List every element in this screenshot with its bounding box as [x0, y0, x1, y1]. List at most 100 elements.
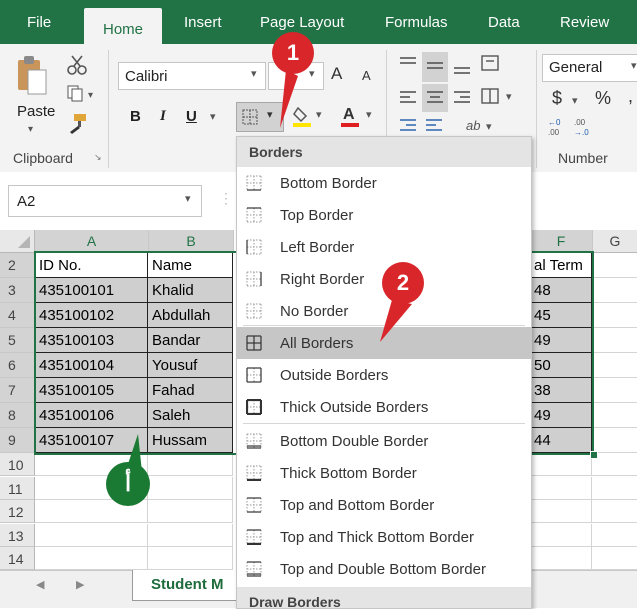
menu-item-top-and-double-bottom-border[interactable]: Top and Double Bottom Border	[237, 553, 531, 585]
cell-final-term[interactable]: 49	[530, 328, 592, 353]
cell-final-term[interactable]: 48	[530, 278, 592, 303]
menu-item-thick-outside-borders[interactable]: Thick Outside Borders	[237, 391, 531, 423]
row-header[interactable]: 3	[0, 278, 35, 303]
cell-final-term[interactable]: 50	[530, 353, 592, 378]
cell-empty[interactable]	[592, 378, 637, 403]
cell-name[interactable]: Yousuf	[148, 353, 233, 378]
select-all-corner[interactable]	[0, 230, 35, 253]
tab-insert[interactable]: Insert	[184, 14, 222, 31]
menu-item-left-border[interactable]: Left Border	[237, 231, 531, 263]
cell-empty[interactable]	[530, 547, 592, 570]
cell-id[interactable]: ID No.	[35, 253, 148, 278]
column-header-a[interactable]: A	[35, 230, 149, 253]
horizontal-align-buttons[interactable]: ▾	[396, 84, 524, 112]
indent-orientation-buttons[interactable]: ab ▾	[396, 114, 524, 138]
clipboard-launcher-icon[interactable]: ↘	[94, 152, 102, 163]
cell-empty[interactable]	[35, 523, 148, 547]
cell-name[interactable]: Abdullah	[148, 303, 233, 328]
cell-final-term[interactable]: 45	[530, 303, 592, 328]
number-format-dropdown-icon[interactable]: ▾	[631, 59, 637, 72]
grow-font-button[interactable]: A	[331, 64, 342, 84]
cell-id[interactable]: 435100101	[35, 278, 148, 303]
cell-final-term[interactable]: al Term	[530, 253, 592, 278]
column-header-g[interactable]: G	[593, 230, 637, 253]
menu-item-top-and-thick-bottom-border[interactable]: Top and Thick Bottom Border	[237, 521, 531, 553]
menu-item-top-border[interactable]: Top Border	[237, 199, 531, 231]
menu-item-outside-borders[interactable]: Outside Borders	[237, 359, 531, 391]
cell-id[interactable]: 435100105	[35, 378, 148, 403]
cell-empty[interactable]	[530, 476, 592, 500]
tab-page-layout[interactable]: Page Layout	[260, 14, 344, 31]
cell-name[interactable]: Khalid	[148, 278, 233, 303]
font-color-button[interactable]: A ▾	[340, 104, 382, 128]
row-header[interactable]: 2	[0, 253, 35, 278]
column-header-b[interactable]: B	[149, 230, 234, 253]
cell-empty[interactable]	[592, 303, 637, 328]
cell-name[interactable]: Fahad	[148, 378, 233, 403]
cell-empty[interactable]	[148, 547, 233, 570]
column-header-f[interactable]: F	[530, 230, 593, 253]
row-header[interactable]: 11	[0, 476, 35, 500]
italic-button[interactable]: I	[160, 108, 166, 125]
underline-dropdown-icon[interactable]: ▾	[210, 110, 216, 123]
cell-id[interactable]: 435100104	[35, 353, 148, 378]
cell-final-term[interactable]: 44	[530, 428, 592, 453]
cell-final-term[interactable]: 38	[530, 378, 592, 403]
tab-home[interactable]: Home	[84, 8, 162, 44]
cell-id[interactable]: 435100106	[35, 403, 148, 428]
cell-empty[interactable]	[592, 328, 637, 353]
bold-button[interactable]: B	[130, 108, 141, 125]
cell-empty[interactable]	[530, 523, 592, 547]
cell-empty[interactable]	[592, 500, 637, 523]
cell-name[interactable]: Name	[148, 253, 233, 278]
menu-item-thick-bottom-border[interactable]: Thick Bottom Border	[237, 457, 531, 489]
currency-dropdown-icon[interactable]: ▾	[572, 94, 578, 107]
name-box-dropdown-icon[interactable]: ▾	[185, 192, 191, 205]
fill-handle[interactable]	[590, 451, 598, 459]
cell-id[interactable]: 435100102	[35, 303, 148, 328]
paste-button[interactable]	[14, 54, 50, 100]
row-header[interactable]: 10	[0, 453, 35, 476]
tab-formulas[interactable]: Formulas	[385, 14, 448, 31]
cell-empty[interactable]	[592, 477, 637, 500]
cell-empty[interactable]	[592, 547, 637, 570]
scroll-tabs-right-icon[interactable]: ▶	[76, 578, 84, 591]
tab-data[interactable]: Data	[488, 14, 520, 31]
menu-item-bottom-border[interactable]: Bottom Border	[237, 167, 531, 199]
menu-item-bottom-double-border[interactable]: Bottom Double Border	[237, 425, 531, 457]
row-header[interactable]: 8	[0, 403, 35, 428]
format-painter-icon[interactable]	[66, 112, 88, 134]
tab-review[interactable]: Review	[560, 14, 609, 31]
cell-empty[interactable]	[530, 453, 592, 476]
row-header[interactable]: 9	[0, 428, 35, 453]
cell-empty[interactable]	[592, 403, 637, 428]
copy-icon[interactable]: ▾	[66, 84, 100, 102]
cell-empty[interactable]	[592, 253, 637, 278]
comma-style-button[interactable]: ,	[628, 86, 633, 107]
row-header[interactable]: 14	[0, 547, 35, 570]
decimal-buttons[interactable]: ←0.00 .00 →.0	[548, 116, 600, 138]
cell-empty[interactable]	[592, 353, 637, 378]
cell-empty[interactable]	[148, 523, 233, 547]
paste-dropdown-icon[interactable]: ▾	[28, 124, 33, 135]
row-header[interactable]: 4	[0, 303, 35, 328]
shrink-font-button[interactable]: A	[362, 68, 371, 83]
percent-button[interactable]: %	[595, 88, 611, 109]
row-header[interactable]: 7	[0, 378, 35, 403]
name-box[interactable]: A2 ▾	[8, 185, 202, 217]
tab-file[interactable]: File	[27, 14, 51, 31]
vertical-align-buttons[interactable]	[396, 52, 524, 82]
sheet-tab-student[interactable]: Student M	[132, 570, 244, 601]
cell-final-term[interactable]: 49	[530, 403, 592, 428]
menu-item-top-and-bottom-border[interactable]: Top and Bottom Border	[237, 489, 531, 521]
cell-empty[interactable]	[35, 547, 148, 570]
cell-name[interactable]: Saleh	[148, 403, 233, 428]
cell-empty[interactable]	[592, 278, 637, 303]
font-name-dropdown-icon[interactable]: ▾	[251, 67, 257, 80]
cell-empty[interactable]	[592, 524, 637, 547]
row-header[interactable]: 13	[0, 523, 35, 547]
row-header[interactable]: 6	[0, 353, 35, 378]
cell-empty[interactable]	[592, 428, 637, 453]
underline-button[interactable]: U	[186, 108, 197, 125]
scroll-tabs-left-icon[interactable]: ◀	[36, 578, 44, 591]
